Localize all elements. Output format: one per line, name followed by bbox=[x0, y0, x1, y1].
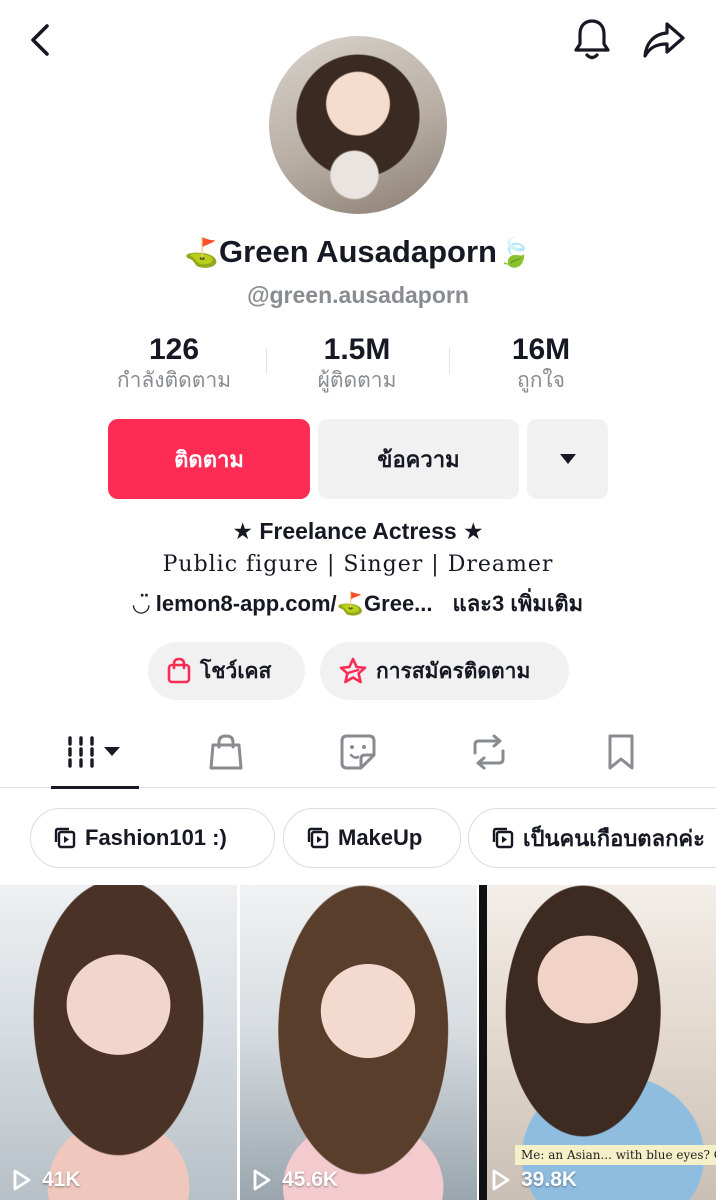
view-count-text: 41K bbox=[42, 1168, 81, 1191]
view-count: 41K bbox=[12, 1168, 81, 1192]
more-links-button[interactable]: และ3 เพิ่มเติม bbox=[453, 591, 584, 616]
bio-link[interactable]: lemon8-app.com/⛳Gree... bbox=[156, 591, 433, 616]
username: @green.ausadaporn bbox=[247, 282, 469, 308]
stat-likes-value: 16M bbox=[511, 333, 571, 366]
collection-chip[interactable]: เป็นคนเกือบตลกค่ะ bbox=[468, 808, 716, 868]
video-grid: 41K 45.6K Me: an Asian... with blue eyes… bbox=[0, 885, 716, 1200]
bell-icon bbox=[574, 19, 610, 60]
profile-pills: โชว์เคส การสมัครติดตาม bbox=[0, 642, 716, 700]
avatar[interactable] bbox=[269, 36, 447, 214]
star-badge-icon bbox=[339, 657, 367, 684]
showcase-button[interactable]: โชว์เคส bbox=[148, 642, 305, 700]
bookmark-icon bbox=[608, 734, 634, 770]
message-button[interactable]: ข้อความ bbox=[318, 419, 519, 499]
stat-followers-value: 1.5M bbox=[323, 333, 391, 366]
profile-stats: 126 กำลังติดตาม 1.5M ผู้ติดตาม 16M ถูกใจ bbox=[0, 334, 716, 394]
smile-icon: ◡̈ bbox=[132, 592, 150, 617]
subscription-label: การสมัครติดตาม bbox=[376, 659, 531, 683]
stat-following-label: กำลังติดตาม bbox=[116, 369, 232, 392]
play-icon bbox=[253, 1169, 271, 1191]
view-count-text: 39.8K bbox=[521, 1168, 578, 1191]
stat-followers-label: ผู้ติดตาม bbox=[317, 369, 397, 392]
tab-shop[interactable] bbox=[182, 716, 270, 788]
video-thumbnail[interactable]: 45.6K bbox=[240, 885, 477, 1200]
collection-chip[interactable]: Fashion101 :) bbox=[30, 808, 275, 868]
play-icon bbox=[492, 1169, 510, 1191]
stat-divider bbox=[449, 348, 450, 374]
shopping-bag-icon bbox=[167, 657, 191, 684]
bio-description: Public figure | Singer | Dreamer bbox=[162, 552, 554, 577]
tab-saved[interactable] bbox=[577, 716, 665, 788]
sticker-icon bbox=[340, 734, 376, 770]
collection-icon bbox=[307, 827, 329, 849]
notification-bell-button[interactable] bbox=[568, 16, 616, 64]
video-thumbnail[interactable]: Me: an Asian... with blue eyes? Oops! 39… bbox=[479, 885, 716, 1200]
collection-label: Fashion101 :) bbox=[85, 825, 227, 850]
collection-chip[interactable]: MakeUp bbox=[283, 808, 461, 868]
follow-button[interactable]: ติดตาม bbox=[108, 419, 310, 499]
view-count: 39.8K bbox=[491, 1168, 577, 1192]
collection-label: เป็นคนเกือบตลกค่ะ bbox=[523, 825, 705, 851]
stat-likes-label: ถูกใจ bbox=[517, 369, 565, 392]
golf-flag-emoji: ⛳ bbox=[184, 236, 220, 269]
content-tabs bbox=[0, 716, 716, 789]
chevron-left-icon bbox=[31, 24, 49, 56]
bio-link-row: ◡̈ lemon8-app.com/⛳Gree... และ3 เพิ่มเติม bbox=[0, 586, 716, 621]
video-grid-filter-icon bbox=[68, 736, 120, 768]
share-arrow-icon bbox=[643, 22, 685, 58]
subscription-button[interactable]: การสมัครติดตาม bbox=[320, 642, 569, 700]
back-button[interactable] bbox=[20, 20, 60, 60]
display-name: ⛳Green Ausadaporn🍃 bbox=[0, 234, 716, 270]
collection-icon bbox=[492, 827, 514, 849]
display-name-text: Green Ausadaporn bbox=[219, 234, 497, 269]
tab-videos[interactable] bbox=[51, 716, 139, 789]
collections-row: Fashion101 :) MakeUp เป็นคนเกือบตลกค่ะ bbox=[0, 808, 716, 868]
stat-following[interactable]: 126 กำลังติดตาม bbox=[89, 334, 259, 394]
suggested-accounts-button[interactable] bbox=[527, 419, 608, 499]
stat-divider bbox=[266, 348, 267, 374]
share-button[interactable] bbox=[638, 16, 690, 64]
repost-icon bbox=[473, 734, 505, 770]
collection-label: MakeUp bbox=[338, 825, 423, 850]
caret-down-icon bbox=[559, 454, 576, 464]
stat-followers[interactable]: 1.5M ผู้ติดตาม bbox=[272, 334, 442, 394]
tab-favorites[interactable] bbox=[314, 716, 402, 788]
leaf-emoji: 🍃 bbox=[496, 236, 532, 269]
showcase-label: โชว์เคส bbox=[200, 659, 272, 683]
video-caption: Me: an Asian... with blue eyes? Oops! bbox=[515, 1145, 716, 1165]
view-count: 45.6K bbox=[252, 1168, 338, 1192]
collection-icon bbox=[54, 827, 76, 849]
video-thumbnail[interactable]: 41K bbox=[0, 885, 237, 1200]
bio-title: ★ Freelance Actress ★ bbox=[232, 518, 484, 544]
tab-reposts[interactable] bbox=[445, 716, 533, 788]
view-count-text: 45.6K bbox=[282, 1168, 339, 1191]
profile-actions: ติดตาม ข้อความ bbox=[108, 419, 608, 499]
play-icon bbox=[13, 1169, 31, 1191]
stat-likes[interactable]: 16M ถูกใจ bbox=[456, 334, 626, 394]
shopping-bag-icon bbox=[209, 734, 243, 770]
stat-following-value: 126 bbox=[148, 333, 200, 366]
